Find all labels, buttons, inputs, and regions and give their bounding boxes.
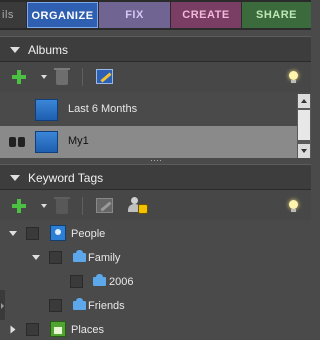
- keyword-tags-section-header[interactable]: Keyword Tags: [0, 164, 311, 190]
- albums-scrollbar[interactable]: [297, 94, 311, 158]
- lightbulb-icon[interactable]: [289, 71, 298, 83]
- tag-icon: [93, 274, 106, 287]
- album-icon: [35, 131, 58, 153]
- tag-icon: [73, 250, 86, 263]
- tag-label: People: [71, 228, 106, 240]
- tab-share[interactable]: SHARE: [242, 2, 311, 28]
- tag-label: Family: [88, 252, 121, 264]
- binoculars-icon[interactable]: [9, 137, 25, 147]
- tag-row-friends[interactable]: Friends: [0, 295, 311, 317]
- scroll-up-icon[interactable]: [298, 94, 310, 108]
- tag-checkbox[interactable]: [49, 299, 62, 312]
- people-recognition-icon[interactable]: [128, 197, 148, 215]
- tag-row-places[interactable]: Places: [0, 319, 311, 340]
- tag-label: 2006: [109, 276, 134, 288]
- tag-checkbox[interactable]: [49, 251, 62, 264]
- keyword-tags-title: Keyword Tags: [28, 171, 104, 185]
- expand-triangle-icon[interactable]: [9, 231, 17, 236]
- scroll-thumb[interactable]: [298, 110, 310, 140]
- lightbulb-icon[interactable]: [289, 200, 298, 212]
- places-category-icon: [50, 321, 66, 337]
- albums-section-header[interactable]: Albums: [0, 36, 311, 62]
- edit-icon[interactable]: [96, 69, 113, 84]
- collapse-triangle-icon[interactable]: [10, 47, 20, 53]
- expand-triangle-icon[interactable]: [10, 325, 16, 334]
- tag-checkbox[interactable]: [26, 323, 39, 336]
- collapse-triangle-icon[interactable]: [10, 175, 20, 181]
- trash-icon[interactable]: [54, 68, 70, 85]
- workspace-tab-bar: ils ORGANIZE FIX CREATE SHARE: [0, 0, 311, 30]
- edit-icon[interactable]: [96, 198, 113, 213]
- tag-row-people[interactable]: People: [0, 223, 311, 245]
- dropdown-arrow-icon[interactable]: [41, 204, 47, 208]
- tag-label: Places: [71, 324, 105, 336]
- tag-row-family[interactable]: Family: [0, 247, 311, 269]
- keyword-tags-toolbar: [0, 190, 311, 220]
- tab-organize[interactable]: ORGANIZE: [27, 2, 98, 28]
- tag-checkbox[interactable]: [70, 275, 83, 288]
- plus-icon[interactable]: [12, 70, 26, 84]
- tag-checkbox[interactable]: [26, 227, 39, 240]
- album-row-last-6-months[interactable]: Last 6 Months: [0, 94, 297, 126]
- tag-label: Friends: [88, 300, 125, 312]
- people-category-icon: [50, 225, 66, 241]
- scroll-down-icon[interactable]: [298, 144, 310, 158]
- album-label: My1: [68, 135, 89, 147]
- album-icon: [35, 99, 58, 121]
- expand-triangle-icon[interactable]: [32, 255, 40, 260]
- tab-edge-truncated[interactable]: ils: [0, 2, 26, 28]
- dropdown-arrow-icon[interactable]: [41, 75, 47, 79]
- tab-create[interactable]: CREATE: [171, 2, 241, 28]
- tab-fix[interactable]: FIX: [99, 2, 170, 28]
- albums-toolbar: [0, 62, 311, 92]
- plus-icon[interactable]: [12, 199, 26, 213]
- panel-resize-grip[interactable]: [150, 158, 164, 163]
- toolbar-divider: [82, 197, 83, 215]
- panel-collapse-handle[interactable]: [0, 290, 5, 320]
- trash-icon[interactable]: [54, 197, 70, 214]
- tag-row-2006[interactable]: 2006: [0, 271, 311, 293]
- albums-list: Last 6 Months My1: [0, 94, 297, 158]
- album-label: Last 6 Months: [68, 103, 138, 115]
- tag-icon: [73, 298, 86, 311]
- albums-title: Albums: [28, 43, 69, 57]
- album-row-my1[interactable]: My1: [0, 126, 297, 158]
- toolbar-divider: [82, 68, 83, 86]
